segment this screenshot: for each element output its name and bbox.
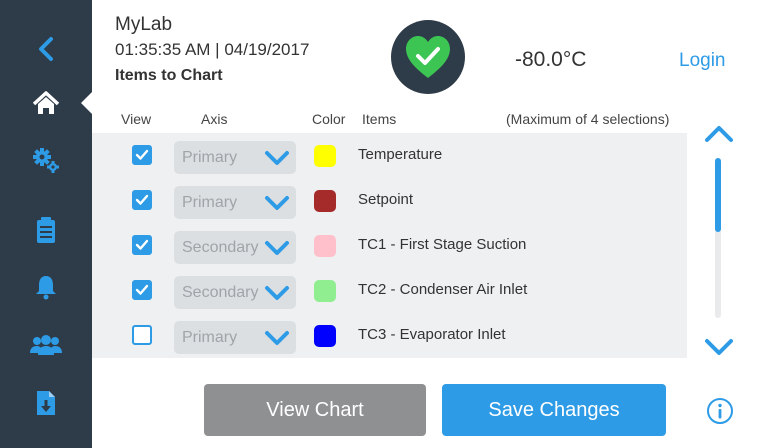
back-button[interactable] (0, 24, 92, 74)
checkmark-icon (135, 194, 149, 205)
users-icon (30, 335, 62, 355)
item-label: Temperature (358, 146, 443, 163)
color-swatch (314, 280, 336, 302)
table-row: Primary Setpoint (92, 178, 687, 223)
heart-check-icon (406, 36, 450, 78)
datetime: 01:35:35 AM | 04/19/2017 (115, 40, 310, 59)
table-row: Primary TC3 - Evaporator Inlet (92, 313, 687, 358)
back-icon (39, 37, 53, 61)
checkmark-icon (135, 239, 149, 250)
axis-select-value: Primary (182, 194, 238, 211)
login-link[interactable]: Login (679, 50, 726, 72)
view-checkbox[interactable] (132, 190, 152, 210)
axis-select[interactable]: Primary (174, 186, 296, 219)
axis-select[interactable]: Primary (174, 321, 296, 354)
max-selections-note: (Maximum of 4 selections) (506, 111, 670, 127)
view-checkbox[interactable] (132, 325, 152, 345)
page-title: Items to Chart (115, 67, 223, 84)
checkmark-icon (135, 284, 149, 295)
items-table: Primary Temperature Primary Setpoint Sec… (92, 133, 687, 358)
view-checkbox[interactable] (132, 145, 152, 165)
nav-settings[interactable] (0, 135, 92, 185)
column-header-items: Items (362, 111, 397, 127)
nav-alarms[interactable] (0, 262, 92, 312)
nav-reports[interactable] (0, 205, 92, 255)
scroll-up-button[interactable] (703, 122, 735, 146)
color-swatch (314, 145, 336, 167)
scrollbar-thumb[interactable] (715, 158, 721, 232)
item-label: TC2 - Condenser Air Inlet (358, 281, 528, 298)
item-label: Setpoint (358, 191, 414, 208)
status-indicator (391, 20, 465, 94)
axis-select[interactable]: Primary (174, 141, 296, 174)
view-chart-button[interactable]: View Chart (204, 384, 426, 436)
alarm-bell-icon (36, 276, 56, 300)
chevron-down-icon (265, 151, 289, 165)
settings-gears-icon (33, 148, 59, 173)
item-label: TC1 - First Stage Suction (358, 236, 527, 253)
table-row: Secondary TC2 - Condenser Air Inlet (92, 268, 687, 313)
view-checkbox[interactable] (132, 280, 152, 300)
temperature-readout: -80.0°C (515, 48, 587, 71)
axis-select[interactable]: Secondary (174, 231, 296, 264)
nav-users[interactable] (0, 320, 92, 370)
clipboard-icon (37, 217, 55, 243)
save-changes-button[interactable]: Save Changes (442, 384, 666, 436)
color-swatch (314, 190, 336, 212)
chevron-down-icon (265, 331, 289, 345)
item-label: TC3 - Evaporator Inlet (358, 326, 506, 343)
table-row: Primary Temperature (92, 133, 687, 178)
color-swatch (314, 325, 336, 347)
chevron-down-icon (265, 241, 289, 255)
color-swatch (314, 235, 336, 257)
axis-select-value: Primary (182, 149, 238, 166)
column-header-color: Color (312, 111, 346, 127)
chevron-down-icon (265, 196, 289, 210)
info-icon[interactable] (706, 397, 734, 425)
checkmark-icon (135, 149, 149, 160)
nav-home[interactable] (0, 78, 92, 128)
axis-select-value: Primary (182, 329, 238, 346)
scroll-down-button[interactable] (703, 335, 735, 359)
active-nav-indicator (81, 92, 92, 114)
axis-select-value: Secondary (182, 239, 259, 256)
axis-select[interactable]: Secondary (174, 276, 296, 309)
column-header-axis: Axis (201, 111, 228, 127)
view-checkbox[interactable] (132, 235, 152, 255)
table-row: Secondary TC1 - First Stage Suction (92, 223, 687, 268)
nav-export[interactable] (0, 378, 92, 428)
home-icon (32, 91, 60, 114)
file-download-icon (37, 391, 55, 415)
axis-select-value: Secondary (182, 284, 259, 301)
sidebar (0, 0, 92, 448)
chevron-down-icon (265, 286, 289, 300)
device-name: MyLab (115, 14, 173, 35)
column-header-view: View (121, 111, 152, 127)
